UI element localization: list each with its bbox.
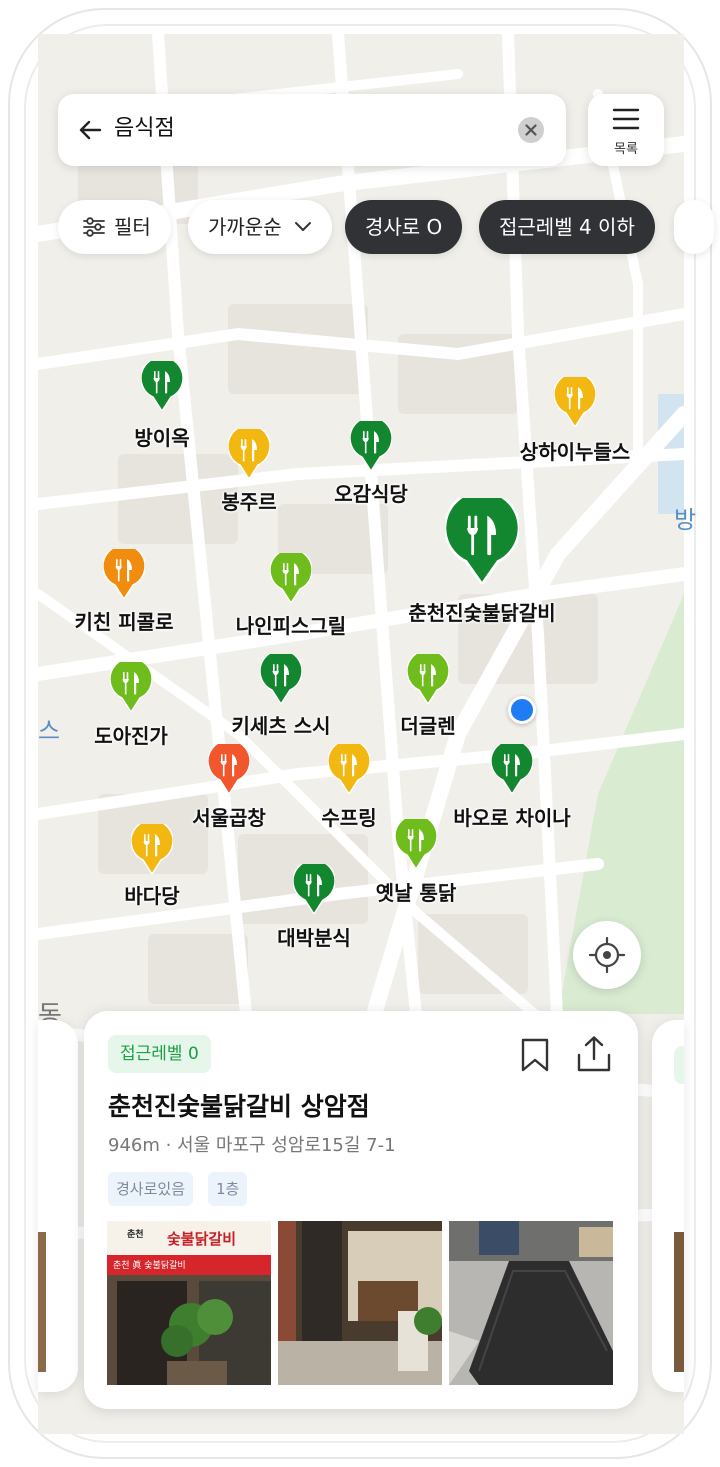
restaurant-pin-icon [395, 819, 437, 869]
map-pin-label[interactable]: 춘천진숯불닭갈비 [408, 597, 555, 626]
next-card-badge [674, 1046, 684, 1084]
restaurant-pin-icon [228, 429, 270, 479]
map-pin-label[interactable]: 수프링 [321, 802, 376, 831]
map-pin[interactable] [395, 819, 437, 869]
restaurant-pin-icon [350, 421, 392, 471]
search-input[interactable]: 음식점 [114, 114, 175, 144]
crosshair-icon [589, 937, 625, 973]
access-level-badge: 접근레벨 0 [108, 1035, 211, 1073]
filter-chip[interactable]: 필터 [58, 200, 171, 254]
map-pin[interactable] [554, 377, 596, 427]
map-pin-label[interactable]: 더글렌 [400, 710, 455, 739]
map-pin[interactable] [350, 421, 392, 471]
access-level-chip-label: 접근레벨 4 이하 [499, 215, 635, 239]
more-chip[interactable] [674, 200, 714, 254]
sort-chip-label: 가까운순 [208, 215, 282, 239]
chevron-down-icon [294, 222, 311, 231]
map-pin-label[interactable]: 서울곱창 [192, 802, 266, 831]
previous-place-card[interactable] [38, 1020, 78, 1392]
tag-floor: 1층 [208, 1172, 248, 1206]
bookmark-icon[interactable] [520, 1037, 550, 1073]
restaurant-pin-icon [110, 662, 152, 712]
back-arrow-icon[interactable] [76, 116, 104, 144]
sort-chip[interactable]: 가까운순 [188, 200, 332, 254]
list-button-label: 목록 [614, 142, 638, 157]
restaurant-pin-icon [554, 377, 596, 427]
map-pin[interactable] [260, 654, 302, 704]
map-pin[interactable] [445, 498, 519, 584]
restaurant-pin-icon [407, 654, 449, 704]
map-pin[interactable] [110, 662, 152, 712]
restaurant-pin-icon [328, 744, 370, 794]
map-pin-label[interactable]: 방이옥 [134, 422, 189, 451]
restaurant-pin-icon [208, 744, 250, 794]
map-pin-label[interactable]: 키친 피콜로 [75, 606, 174, 635]
previous-card-photo [38, 1232, 46, 1372]
map-pin-label[interactable]: 오감식당 [334, 478, 408, 507]
map-pin[interactable] [407, 654, 449, 704]
map-pin[interactable] [491, 744, 533, 794]
current-location-dot [508, 696, 536, 724]
restaurant-pin-icon [445, 498, 519, 584]
map-edge-label: 방 [674, 506, 697, 534]
restaurant-pin-icon [491, 744, 533, 794]
list-button[interactable]: 목록 [588, 94, 664, 166]
filter-chip-label: 필터 [114, 215, 151, 239]
access-level-chip[interactable]: 접근레벨 4 이하 [479, 200, 655, 254]
map-pin[interactable] [228, 429, 270, 479]
next-card-photo [674, 1232, 684, 1372]
restaurant-pin-icon [293, 864, 335, 914]
map-pin-label[interactable]: 봉주르 [221, 486, 276, 515]
map-pin-label[interactable]: 도아진가 [94, 720, 168, 749]
map-pin-label[interactable]: 바다당 [124, 880, 179, 909]
map-pin-label[interactable]: 옛날 통닭 [376, 877, 457, 906]
map-pin-label[interactable]: 대박분식 [277, 922, 351, 951]
next-place-card[interactable] [652, 1020, 684, 1392]
place-address: 946m · 서울 마포구 성암로15길 7-1 [108, 1135, 396, 1156]
map-pin[interactable] [103, 549, 145, 599]
restaurant-pin-icon [131, 824, 173, 874]
map-pin[interactable] [141, 361, 183, 411]
map-pin-label[interactable]: 바오로 차이나 [453, 802, 570, 831]
place-title: 춘천진숯불닭갈비 상암점 [108, 1092, 370, 1121]
map-pin[interactable] [328, 744, 370, 794]
clear-icon[interactable] [518, 117, 544, 143]
map-pin[interactable] [293, 864, 335, 914]
map-pin-label[interactable]: 상하이누들스 [520, 436, 630, 465]
place-photo-storefront[interactable]: 춘천 숯불닭갈비 춘천 眞 숯불닭갈비 [107, 1221, 271, 1385]
map-pin[interactable] [208, 744, 250, 794]
place-photo-ramp[interactable] [449, 1221, 613, 1385]
ramp-chip[interactable]: 경사로 O [345, 200, 463, 254]
photo-sign-text: 숯불닭갈비 [167, 1230, 237, 1248]
photo-sign-sub: 춘천 眞 숯불닭갈비 [113, 1261, 186, 1271]
map-pin-label[interactable]: 나인피스그릴 [236, 610, 346, 639]
map-pin[interactable] [270, 553, 312, 603]
sliders-icon [83, 217, 105, 237]
tag-ramp: 경사로있음 [108, 1172, 194, 1206]
restaurant-pin-icon [103, 549, 145, 599]
share-icon[interactable] [576, 1035, 612, 1073]
photo-sign-prefix: 춘천 [127, 1230, 144, 1240]
restaurant-pin-icon [270, 553, 312, 603]
menu-icon [612, 108, 640, 130]
restaurant-pin-icon [260, 654, 302, 704]
map-edge-label: 스 [38, 717, 61, 745]
map-pin[interactable] [131, 824, 173, 874]
my-location-button[interactable] [573, 921, 641, 989]
restaurant-pin-icon [141, 361, 183, 411]
search-bar[interactable]: 음식점 [58, 94, 566, 166]
map-pin-label[interactable]: 키세츠 스시 [232, 710, 331, 739]
place-card[interactable]: 접근레벨 0 춘천진숯불닭갈비 상암점 946m · 서울 마포구 성암로15길… [84, 1011, 638, 1409]
place-photo-interior[interactable] [278, 1221, 442, 1385]
ramp-chip-label: 경사로 O [365, 215, 443, 239]
